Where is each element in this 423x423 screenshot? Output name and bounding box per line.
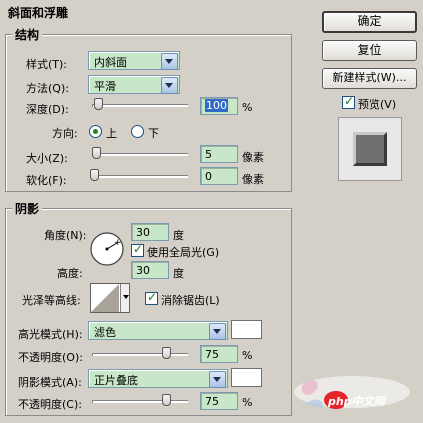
style-preview-thumbnail	[338, 117, 402, 181]
shadow-mode-label: 阴影模式(A):	[18, 376, 82, 389]
altitude-input-value: 30	[136, 264, 150, 277]
size-unit: 像素	[242, 151, 264, 164]
shadow-opacity-unit: %	[242, 396, 253, 409]
global-light-checkbox[interactable]: ✓	[131, 242, 144, 257]
altitude-input[interactable]: 30	[131, 261, 169, 279]
global-light-label: 使用全局光(G)	[147, 246, 220, 259]
preview-swatch	[353, 132, 387, 166]
structure-legend: 结构	[12, 26, 43, 43]
watermark: php中文网	[292, 372, 417, 416]
size-slider-track[interactable]	[92, 153, 188, 156]
gloss-contour-icon	[91, 284, 119, 312]
depth-slider-thumb[interactable]	[94, 98, 103, 110]
shadow-opacity-input[interactable]: 75	[200, 392, 238, 410]
gloss-contour-picker[interactable]	[90, 283, 130, 313]
soften-label: 软化(F):	[26, 174, 67, 187]
highlight-opacity-value: 75	[205, 348, 219, 361]
gloss-contour-label: 光泽等高线:	[22, 294, 81, 307]
watermark-text: php中文网	[328, 395, 385, 408]
shadow-opacity-value: 75	[205, 395, 219, 408]
contour-dropdown-arrow[interactable]	[120, 284, 129, 312]
direction-up-label: 上	[106, 127, 117, 140]
highlight-opacity-slider-track[interactable]	[92, 353, 188, 356]
svg-text:+: +	[114, 238, 122, 248]
soften-slider-track[interactable]	[92, 175, 188, 178]
soften-unit: 像素	[242, 173, 264, 186]
section-title: 斜面和浮雕	[8, 6, 69, 20]
depth-slider-track[interactable]	[92, 104, 188, 107]
direction-down-label: 下	[148, 127, 159, 140]
chevron-down-icon	[161, 53, 178, 70]
altitude-unit: 度	[173, 267, 184, 280]
technique-select-value: 平滑	[94, 80, 116, 93]
direction-label: 方向:	[52, 127, 78, 140]
depth-unit: %	[242, 101, 253, 114]
size-input[interactable]: 5	[200, 145, 238, 163]
highlight-mode-label: 高光模式(H):	[18, 328, 83, 341]
radio-selected-dot	[93, 129, 98, 134]
shadow-color-swatch[interactable]	[231, 368, 262, 387]
shadow-opacity-slider-thumb[interactable]	[162, 394, 171, 406]
angle-unit: 度	[173, 229, 184, 242]
depth-input-value: 100	[205, 99, 228, 112]
soften-input-value: 0	[205, 170, 212, 183]
style-label: 样式(T):	[26, 58, 68, 71]
size-label: 大小(Z):	[26, 152, 68, 165]
highlight-opacity-slider-thumb[interactable]	[162, 347, 171, 359]
anti-aliased-checkbox[interactable]: ✓	[145, 290, 158, 305]
chevron-down-icon	[123, 295, 129, 299]
size-input-value: 5	[205, 148, 212, 161]
angle-input-value: 30	[136, 226, 150, 239]
reset-button[interactable]: 复位	[322, 40, 417, 61]
highlight-mode-value: 滤色	[94, 326, 116, 339]
depth-label: 深度(D):	[26, 103, 69, 116]
shadow-mode-select[interactable]: 正片叠底	[88, 369, 228, 388]
highlight-opacity-unit: %	[242, 349, 253, 362]
preview-checkbox[interactable]: ✓	[342, 94, 355, 109]
angle-input[interactable]: 30	[131, 223, 169, 241]
direction-up-radio[interactable]	[89, 125, 102, 138]
angle-label: 角度(N):	[44, 229, 87, 242]
technique-label: 方法(Q):	[26, 82, 69, 95]
new-style-button[interactable]: 新建样式(W)...	[322, 68, 417, 89]
altitude-label: 高度:	[57, 267, 83, 280]
technique-select[interactable]: 平滑	[88, 75, 180, 94]
checkmark-icon: ✓	[344, 94, 355, 108]
checkmark-icon: ✓	[133, 242, 144, 256]
chevron-down-icon	[209, 323, 226, 340]
soften-slider-thumb[interactable]	[90, 169, 99, 181]
shadow-opacity-slider-track[interactable]	[92, 400, 188, 403]
shading-legend: 阴影	[12, 200, 43, 217]
direction-down-radio[interactable]	[131, 125, 144, 138]
chevron-down-icon	[209, 371, 226, 388]
chevron-down-icon	[161, 77, 178, 94]
size-slider-thumb[interactable]	[92, 147, 101, 159]
depth-input[interactable]: 100	[200, 97, 238, 115]
highlight-color-swatch[interactable]	[231, 320, 262, 339]
style-select[interactable]: 内斜面	[88, 51, 180, 70]
angle-dial-icon: +	[90, 232, 124, 266]
ok-button[interactable]: 确定	[322, 11, 417, 33]
checkmark-icon: ✓	[147, 290, 158, 304]
angle-dial[interactable]: +	[89, 231, 125, 267]
anti-aliased-label: 消除锯齿(L)	[161, 294, 220, 307]
highlight-opacity-input[interactable]: 75	[200, 345, 238, 363]
soften-input[interactable]: 0	[200, 167, 238, 185]
shadow-mode-value: 正片叠底	[94, 374, 138, 387]
preview-label: 预览(V)	[358, 98, 397, 111]
shadow-opacity-label: 不透明度(C):	[18, 398, 82, 411]
style-select-value: 内斜面	[94, 56, 127, 69]
highlight-mode-select[interactable]: 滤色	[88, 321, 228, 340]
highlight-opacity-label: 不透明度(O):	[18, 351, 83, 364]
